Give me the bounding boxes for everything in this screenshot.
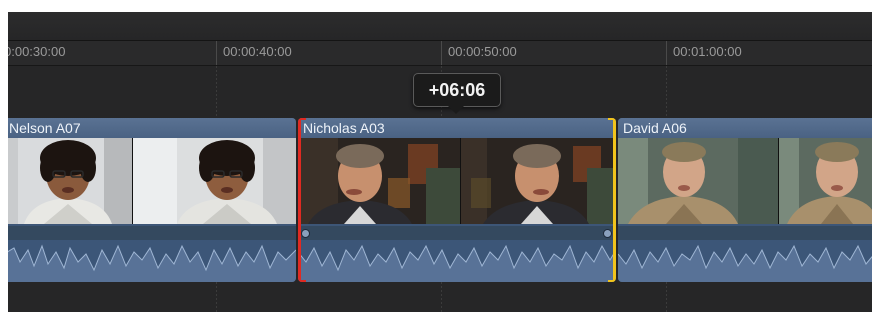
ruler-timecode: 00:00:40:00: [223, 44, 292, 59]
trim-handle-left[interactable]: [298, 118, 301, 282]
audio-waveform: [298, 226, 616, 282]
video-thumbnail: [779, 138, 872, 224]
ruler-tick: [441, 41, 442, 65]
trim-offset-tooltip: +06:06: [413, 73, 501, 107]
video-thumbnail: [461, 138, 616, 224]
window-left-edge: [0, 0, 8, 312]
video-thumbnail: [133, 138, 296, 224]
timeline-editor: 0:00:30:00 00:00:40:00 00:00:50:00 00:01…: [0, 0, 872, 312]
clip-filmstrip: [4, 138, 296, 224]
audio-header-band: [298, 226, 616, 240]
clip-title: David A06: [618, 118, 872, 138]
ruler-tick: [666, 41, 667, 65]
clip-title: Nelson A07: [4, 118, 296, 138]
clip-filmstrip: [298, 138, 616, 224]
fade-handle-left[interactable]: [301, 229, 310, 238]
audio-header-band: [4, 226, 296, 240]
selection-corner: [298, 280, 306, 282]
audio-header-band: [618, 226, 872, 240]
tooltip-pointer: [448, 106, 464, 114]
time-ruler[interactable]: 0:00:30:00 00:00:40:00 00:00:50:00 00:01…: [0, 41, 872, 66]
ruler-timecode: 00:01:00:00: [673, 44, 742, 59]
timeline-toolbar: [0, 12, 872, 41]
selection-corner: [608, 280, 616, 282]
clip-filmstrip: [618, 138, 872, 224]
ruler-tick: [216, 41, 217, 65]
clip-david-a06[interactable]: David A06: [618, 118, 872, 282]
trim-handle-right[interactable]: [613, 118, 616, 282]
selection-corner: [298, 118, 306, 120]
video-thumbnail: [298, 138, 461, 224]
clip-nicholas-a03[interactable]: Nicholas A03: [298, 118, 616, 282]
video-thumbnail: [4, 138, 133, 224]
ruler-timecode: 00:00:50:00: [448, 44, 517, 59]
audio-waveform: [618, 226, 872, 282]
video-thumbnail: [618, 138, 779, 224]
window-top-edge: [0, 0, 872, 12]
clip-nelson-a07[interactable]: Nelson A07: [4, 118, 296, 282]
selection-corner: [608, 118, 616, 120]
clip-title: Nicholas A03: [298, 118, 616, 138]
ruler-timecode: 0:00:30:00: [4, 44, 66, 59]
audio-waveform: [4, 226, 296, 282]
fade-handle-right[interactable]: [603, 229, 612, 238]
